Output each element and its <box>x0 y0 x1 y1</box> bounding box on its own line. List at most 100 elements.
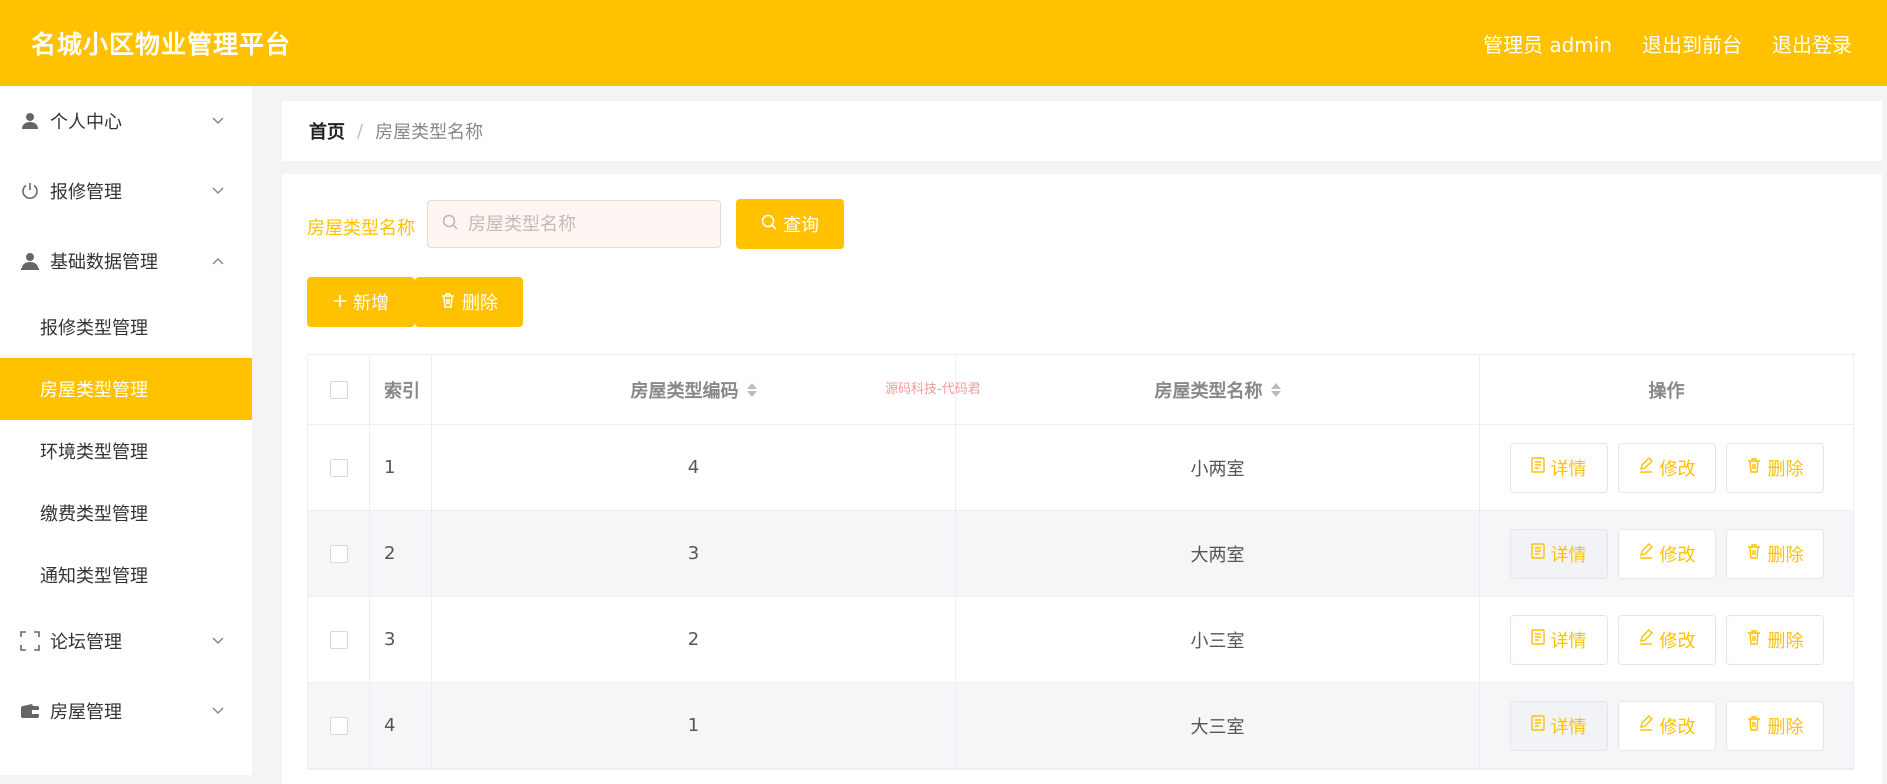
trash-icon <box>1746 715 1762 736</box>
sidebar-item-label: 房屋管理 <box>50 702 122 723</box>
header-index: 索引 <box>370 355 432 424</box>
sidebar-item-repair-management[interactable]: 报修管理 <box>0 156 252 226</box>
row-ops: 详情 修改 删除 <box>1480 597 1853 682</box>
watermark: 源码科技-代码君 <box>885 382 981 397</box>
table-row: 2 3 大两室 详情 修改 删除 <box>308 511 1853 597</box>
header-ops: 操作 <box>1648 380 1685 402</box>
row-checkbox-cell <box>308 597 370 682</box>
sidebar-item-label: 个人中心 <box>50 112 122 133</box>
delete-button[interactable]: 删除 <box>1725 700 1824 751</box>
pencil-icon <box>1638 543 1654 564</box>
table-row: 3 2 小三室 详情 修改 删除 <box>308 597 1853 683</box>
sort-icon[interactable] <box>746 382 757 397</box>
breadcrumb-separator: / <box>357 120 364 142</box>
search-icon <box>442 214 458 234</box>
search-input[interactable] <box>466 212 710 236</box>
detail-button-label: 详情 <box>1550 716 1587 738</box>
delete-button-label: 删除 <box>1767 544 1804 566</box>
row-code: 4 <box>432 425 956 510</box>
row-ops: 详情 修改 删除 <box>1480 425 1853 510</box>
sidebar-item-base-data-management[interactable]: 基础数据管理 <box>0 226 252 296</box>
sidebar-item-label: 报修管理 <box>50 182 122 203</box>
top-header: 名城小区物业管理平台 管理员 admin 退出到前台 退出登录 <box>0 0 1887 86</box>
sidebar-item-personal-center[interactable]: 个人中心 <box>0 86 252 156</box>
row-name: 小三室 <box>956 597 1480 682</box>
wallet-icon <box>20 701 40 721</box>
chevron-down-icon <box>212 183 224 199</box>
sidebar: 个人中心 报修管理 基础数据管理 报修类型管理 房屋类型管理 环境类型管理 缴费… <box>0 86 252 775</box>
edit-button[interactable]: 修改 <box>1617 442 1716 493</box>
header-name[interactable]: 房屋类型名称 <box>956 355 1480 424</box>
delete-button-label: 删除 <box>1767 716 1804 738</box>
row-index: 4 <box>370 683 432 768</box>
sidebar-subitem-house-type[interactable]: 房屋类型管理 <box>0 358 252 420</box>
row-name: 大三室 <box>956 683 1480 768</box>
add-button[interactable]: 新增 <box>307 277 415 327</box>
sort-icon[interactable] <box>1270 382 1281 397</box>
edit-button[interactable]: 修改 <box>1617 614 1716 665</box>
delete-button-label: 删除 <box>1767 458 1804 480</box>
row-code: 3 <box>432 511 956 596</box>
row-checkbox[interactable] <box>329 458 348 477</box>
row-checkbox-cell <box>308 425 370 510</box>
delete-button[interactable]: 删除 <box>1725 528 1824 579</box>
table-row: 1 4 小两室 详情 修改 删除 <box>308 425 1853 511</box>
document-icon <box>1530 457 1545 478</box>
breadcrumb-home[interactable]: 首页 <box>309 118 345 144</box>
sidebar-subitem-payment-type[interactable]: 缴费类型管理 <box>0 482 252 544</box>
delete-button[interactable]: 删除 <box>1725 442 1824 493</box>
query-button[interactable]: 查询 <box>736 199 844 249</box>
sidebar-subitem-repair-type[interactable]: 报修类型管理 <box>0 296 252 358</box>
row-checkbox-cell <box>308 511 370 596</box>
bulk-delete-button[interactable]: 删除 <box>415 277 523 327</box>
edit-button-label: 修改 <box>1659 544 1696 566</box>
sidebar-subitem-environment-type[interactable]: 环境类型管理 <box>0 420 252 482</box>
edit-button-label: 修改 <box>1659 630 1696 652</box>
house-type-table: 索引 房屋类型编码 房屋类型名称 操作 1 4 小两室 详情 修改 删除 2 3… <box>307 354 1854 770</box>
frame-icon <box>20 631 40 651</box>
trash-icon <box>440 292 456 313</box>
trash-icon <box>1746 543 1762 564</box>
row-code: 2 <box>432 597 956 682</box>
detail-button[interactable]: 详情 <box>1509 442 1608 493</box>
chevron-up-icon <box>212 253 224 269</box>
header-code[interactable]: 房屋类型编码 <box>432 355 956 424</box>
sidebar-item-house-management[interactable]: 房屋管理 <box>0 676 252 746</box>
row-checkbox[interactable] <box>329 544 348 563</box>
detail-button[interactable]: 详情 <box>1509 700 1608 751</box>
sidebar-subitem-notice-type[interactable]: 通知类型管理 <box>0 544 252 606</box>
exit-to-front-link[interactable]: 退出到前台 <box>1642 29 1742 58</box>
search-label: 房屋类型名称 <box>307 218 415 239</box>
detail-button[interactable]: 详情 <box>1509 528 1608 579</box>
row-checkbox[interactable] <box>329 716 348 735</box>
user-group-icon <box>20 251 40 271</box>
delete-button-label: 删除 <box>1767 630 1804 652</box>
document-icon <box>1530 629 1545 650</box>
add-button-label: 新增 <box>353 293 389 314</box>
sidebar-item-forum-management[interactable]: 论坛管理 <box>0 606 252 676</box>
table-header-row: 索引 房屋类型编码 房屋类型名称 操作 <box>308 355 1853 425</box>
power-icon <box>20 181 40 201</box>
chevron-down-icon <box>212 633 224 649</box>
edit-button[interactable]: 修改 <box>1617 528 1716 579</box>
row-name: 小两室 <box>956 425 1480 510</box>
row-index: 2 <box>370 511 432 596</box>
plus-icon <box>333 292 347 313</box>
header-checkbox-cell <box>308 355 370 424</box>
edit-button[interactable]: 修改 <box>1617 700 1716 751</box>
chevron-down-icon <box>212 113 224 129</box>
select-all-checkbox[interactable] <box>329 380 348 399</box>
row-code: 1 <box>432 683 956 768</box>
logout-link[interactable]: 退出登录 <box>1772 29 1852 58</box>
detail-button-label: 详情 <box>1550 458 1587 480</box>
delete-button[interactable]: 删除 <box>1725 614 1824 665</box>
pencil-icon <box>1638 457 1654 478</box>
main-panel: 房屋类型名称 查询 新增 删除 索引 房屋类型编码 <box>282 174 1882 784</box>
header-name-label: 房屋类型名称 <box>1154 380 1263 402</box>
detail-button[interactable]: 详情 <box>1509 614 1608 665</box>
row-checkbox[interactable] <box>329 630 348 649</box>
row-name: 大两室 <box>956 511 1480 596</box>
sidebar-item-label: 基础数据管理 <box>50 252 158 273</box>
header-code-label: 房屋类型编码 <box>630 380 739 402</box>
edit-button-label: 修改 <box>1659 458 1696 480</box>
